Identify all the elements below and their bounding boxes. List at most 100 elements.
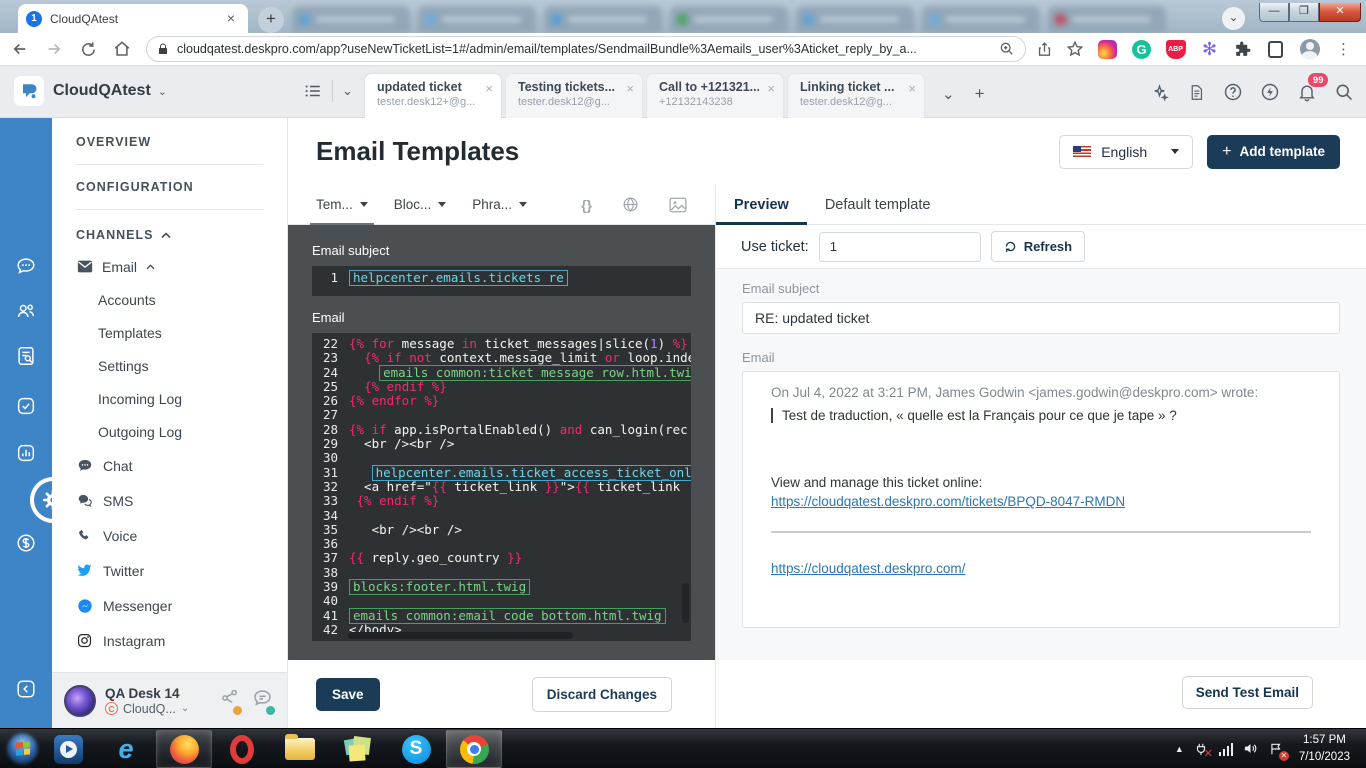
chevron-down-icon[interactable]: ⌄ (342, 83, 353, 99)
taskbar-chrome[interactable] (446, 730, 502, 768)
sidebar-item-voice[interactable]: Voice (52, 518, 287, 553)
save-button[interactable]: Save (316, 678, 380, 711)
code-braces-icon[interactable]: {} (581, 197, 592, 213)
action-center-flag-icon[interactable]: ✕ (1268, 741, 1284, 757)
hidden-icons-arrow[interactable]: ▲ (1175, 744, 1184, 754)
url-bar[interactable]: cloudqatest.deskpro.com/app?useNewTicket… (146, 36, 1026, 62)
sidebar-item-outgoing-log[interactable]: Outgoing Log (52, 415, 287, 448)
send-test-email-button[interactable]: Send Test Email (1182, 676, 1313, 709)
puzzle-extensions-icon[interactable] (1233, 40, 1252, 59)
restore-button[interactable]: ❐ (1289, 3, 1319, 22)
browser-tab-active[interactable]: 1 CloudQAtest × (18, 4, 248, 33)
site-link[interactable]: https://cloudqatest.deskpro.com/ (771, 561, 965, 576)
taskbar-sticky-notes[interactable] (330, 730, 386, 768)
sidebar-item-messenger[interactable]: Messenger (52, 588, 287, 623)
close-icon[interactable]: × (222, 10, 240, 28)
browser-profile-icon[interactable] (1300, 39, 1320, 59)
sidebar-item-chat[interactable]: Chat (52, 448, 287, 483)
vertical-scrollbar[interactable] (682, 583, 689, 623)
start-button[interactable] (7, 733, 38, 764)
ticket-tab[interactable]: Linking ticket ...tester.desk12@g...× (788, 74, 924, 118)
ticket-tab[interactable]: updated tickettester.desk12+@g...× (365, 74, 501, 118)
sidebar-section-channels[interactable]: CHANNELS (52, 220, 287, 250)
close-window-button[interactable]: ✕ (1319, 3, 1361, 22)
sidebar-item-accounts[interactable]: Accounts (52, 283, 287, 316)
power-plug-icon[interactable]: ✕ (1193, 741, 1209, 757)
tab-search-button[interactable]: ⌄ (1222, 7, 1245, 30)
ticket-list-icon[interactable] (303, 82, 323, 100)
notifications-bell-icon[interactable]: 99 (1295, 80, 1319, 104)
search-list-icon[interactable] (15, 345, 37, 367)
discard-changes-button[interactable]: Discard Changes (532, 677, 672, 712)
sidebar-section-overview[interactable]: OVERVIEW (52, 130, 287, 154)
globe-icon[interactable] (622, 196, 639, 213)
back-button[interactable] (6, 35, 34, 63)
document-icon[interactable] (1184, 80, 1208, 104)
preview-subject-input[interactable] (742, 302, 1340, 334)
snowflake-extension-icon[interactable]: ✻ (1202, 40, 1217, 59)
share-icon[interactable] (1036, 41, 1053, 58)
close-icon[interactable]: × (767, 81, 775, 96)
tab-default-template[interactable]: Default template (807, 185, 949, 224)
bookmark-star-icon[interactable] (1066, 40, 1084, 58)
add-template-button[interactable]: + Add template (1207, 135, 1340, 169)
new-tab-button[interactable]: + (258, 7, 284, 33)
templates-dropdown[interactable]: Tem... (316, 185, 368, 225)
agent-org[interactable]: C CloudQ... ⌄ (105, 702, 220, 716)
grammarly-extension-icon[interactable]: G (1132, 40, 1151, 59)
ticket-tab[interactable]: Call to +121321...+12132143238× (647, 74, 783, 118)
taskbar-opera[interactable] (214, 730, 270, 768)
close-icon[interactable]: × (626, 81, 634, 96)
volume-icon[interactable] (1243, 741, 1259, 757)
sidebar-item-twitter[interactable]: Twitter (52, 553, 287, 588)
help-icon[interactable] (1221, 80, 1245, 104)
browser-menu-icon[interactable]: ⋮ (1336, 40, 1351, 58)
zoom-icon[interactable] (999, 41, 1015, 57)
agent-footer[interactable]: QA Desk 14 C CloudQ... ⌄ (52, 672, 287, 728)
phrases-dropdown[interactable]: Phra... (472, 185, 527, 225)
agents-icon[interactable] (15, 300, 37, 322)
collapse-sidebar-icon[interactable] (15, 678, 37, 700)
sidebar-item-settings[interactable]: Settings (52, 349, 287, 382)
brand[interactable]: CloudQAtest ⌄ (14, 76, 167, 106)
taskbar-clock[interactable]: 1:57 PM 7/10/2023 (1293, 732, 1356, 765)
adblock-extension-icon[interactable]: ABP (1166, 40, 1186, 59)
whats-new-icon[interactable] (1258, 80, 1282, 104)
ticket-tab[interactable]: Testing tickets...tester.desk12@g...× (506, 74, 642, 118)
sidebar-item-incoming-log[interactable]: Incoming Log (52, 382, 287, 415)
reload-button[interactable] (74, 35, 102, 63)
taskbar-media-player[interactable] (40, 730, 96, 768)
search-icon[interactable] (1332, 80, 1356, 104)
taskbar-internet-explorer[interactable]: e (98, 730, 154, 768)
taskbar-skype[interactable]: S (388, 730, 444, 768)
sparkle-icon[interactable] (1147, 80, 1171, 104)
ticket-link[interactable]: https://cloudqatest.deskpro.com/tickets/… (771, 494, 1125, 509)
sidebar-item-instagram[interactable]: Instagram (52, 623, 287, 658)
image-icon[interactable] (669, 197, 687, 213)
chat-status-icon[interactable] (252, 688, 273, 714)
language-selector[interactable]: English (1059, 135, 1193, 169)
horizontal-scrollbar[interactable] (348, 632, 573, 639)
billing-icon[interactable] (15, 532, 37, 554)
sidebar-extension-icon[interactable] (1268, 41, 1283, 58)
close-icon[interactable]: × (908, 81, 916, 96)
email-code-editor[interactable]: 22{% for message in ticket_messages|slic… (312, 333, 691, 641)
home-button[interactable] (108, 35, 136, 63)
refresh-button[interactable]: Refresh (991, 231, 1085, 262)
sidebar-item-templates[interactable]: Templates (52, 316, 287, 349)
sidebar-item-email[interactable]: Email (52, 250, 287, 283)
taskbar-explorer[interactable] (272, 730, 328, 768)
subject-code-editor[interactable]: 1helpcenter.emails.tickets re (312, 266, 691, 296)
blocks-dropdown[interactable]: Bloc... (394, 185, 447, 225)
close-icon[interactable]: × (485, 81, 493, 96)
use-ticket-input[interactable] (819, 232, 981, 262)
forward-button[interactable] (40, 35, 68, 63)
tabs-chevron-icon[interactable]: ⌄ (942, 85, 955, 103)
share-status-icon[interactable] (220, 688, 240, 714)
minimize-button[interactable]: — (1259, 3, 1289, 22)
sidebar-section-configuration[interactable]: CONFIGURATION (52, 175, 287, 199)
network-signal-icon[interactable] (1218, 741, 1234, 757)
extension-icon-gradient[interactable] (1098, 40, 1117, 59)
taskbar-firefox[interactable] (156, 730, 212, 768)
tab-preview[interactable]: Preview (716, 185, 807, 224)
